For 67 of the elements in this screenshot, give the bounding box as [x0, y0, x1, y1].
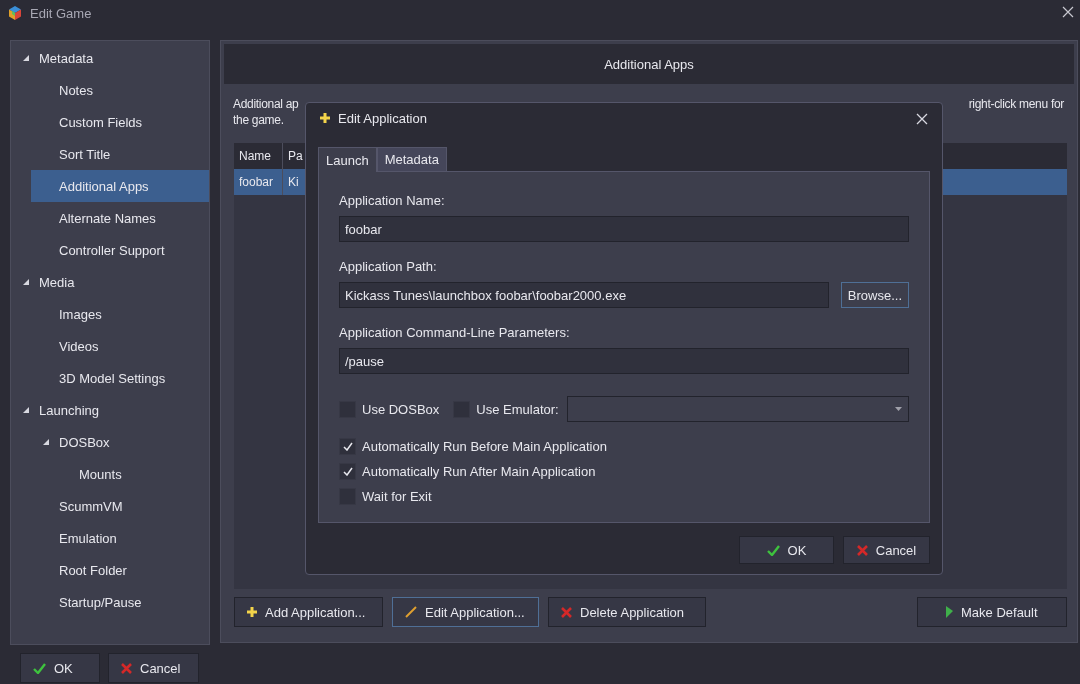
tab[interactable]: Metadata: [376, 147, 447, 171]
checkbox-label[interactable]: Use Emulator:: [476, 401, 559, 417]
tree-item[interactable]: Root Folder: [11, 554, 209, 586]
make-default-button[interactable]: Make Default: [917, 597, 1067, 627]
tree-item[interactable]: Images: [11, 298, 209, 330]
expand-triangle-icon[interactable]: [43, 439, 49, 445]
tree-item[interactable]: ScummVM: [11, 490, 209, 522]
checkbox-label[interactable]: Use DOSBox: [362, 401, 440, 417]
tree-item[interactable]: Custom Fields: [11, 106, 209, 138]
checkbox-label[interactable]: Automatically Run Before Main Application: [362, 439, 607, 454]
tree-item[interactable]: Videos: [11, 330, 209, 362]
section-header: Additional Apps: [224, 44, 1074, 84]
dialog-title: Edit Application: [338, 110, 427, 126]
check-icon: [33, 662, 46, 674]
expand-triangle-icon[interactable]: [23, 55, 29, 61]
cancel-button[interactable]: Cancel: [843, 536, 930, 564]
description-text: the game.: [233, 113, 284, 127]
tree-item[interactable]: Alternate Names: [11, 202, 209, 234]
tab[interactable]: Launch: [318, 147, 377, 172]
tree-item[interactable]: Notes: [11, 74, 209, 106]
tree-item[interactable]: 3D Model Settings: [11, 362, 209, 394]
check-icon: [342, 442, 353, 451]
tree-item[interactable]: Startup/Pause: [11, 586, 209, 618]
edit-application-button[interactable]: Edit Application...: [392, 597, 539, 627]
tree-item[interactable]: Controller Support: [11, 234, 209, 266]
cross-icon: [121, 662, 132, 674]
input-field[interactable]: /pause: [339, 348, 909, 374]
plus-icon: [320, 113, 330, 123]
checkbox-label[interactable]: Wait for Exit: [362, 489, 432, 504]
add-application-button[interactable]: Add Application...: [234, 597, 383, 627]
plus-icon: [247, 607, 257, 617]
field-label: Application Path:: [339, 257, 438, 276]
close-icon[interactable]: [916, 113, 928, 125]
field-label: Application Command-Line Parameters:: [339, 323, 571, 342]
tree-item[interactable]: Launching: [11, 394, 209, 426]
browse-button[interactable]: Browse...: [840, 282, 909, 308]
input-field[interactable]: foobar: [339, 216, 909, 242]
description-text: right-click menu for: [968, 96, 1064, 112]
input-field[interactable]: Kickass Tunes\launchbox foobar\foobar2000.exe: [339, 282, 829, 308]
delete-application-button[interactable]: Delete Application: [548, 597, 706, 627]
close-icon[interactable]: [1062, 6, 1074, 18]
pencil-icon: [405, 606, 417, 618]
tree-item[interactable]: DOSBox: [11, 426, 209, 458]
cancel-button[interactable]: Cancel: [108, 653, 199, 683]
window-title: Edit Game: [30, 5, 92, 21]
table-cell: foobar: [234, 169, 283, 195]
tree-item[interactable]: Additional Apps: [31, 170, 209, 202]
tree-item[interactable]: Emulation: [11, 522, 209, 554]
ok-button[interactable]: OK: [20, 653, 100, 683]
expand-triangle-icon[interactable]: [23, 279, 29, 285]
checkbox[interactable]: [339, 463, 356, 480]
tree-item[interactable]: Media: [11, 266, 209, 298]
description-text: Additional ap: [233, 96, 299, 112]
check-icon: [342, 467, 353, 476]
cross-icon: [561, 606, 572, 618]
caret-icon[interactable]: [895, 407, 902, 411]
checkbox-label[interactable]: Automatically Run After Main Application: [362, 464, 596, 479]
expand-triangle-icon[interactable]: [23, 407, 29, 413]
tree-item[interactable]: Sort Title: [11, 138, 209, 170]
tree-item[interactable]: Metadata: [11, 42, 209, 74]
app-logo-icon: [8, 6, 22, 20]
tree-item[interactable]: Mounts: [11, 458, 209, 490]
checkbox[interactable]: [339, 438, 356, 455]
check-icon: [766, 544, 780, 556]
cross-icon: [856, 544, 868, 556]
ok-button[interactable]: OK: [739, 536, 834, 564]
field-label: Application Name:: [339, 191, 446, 210]
